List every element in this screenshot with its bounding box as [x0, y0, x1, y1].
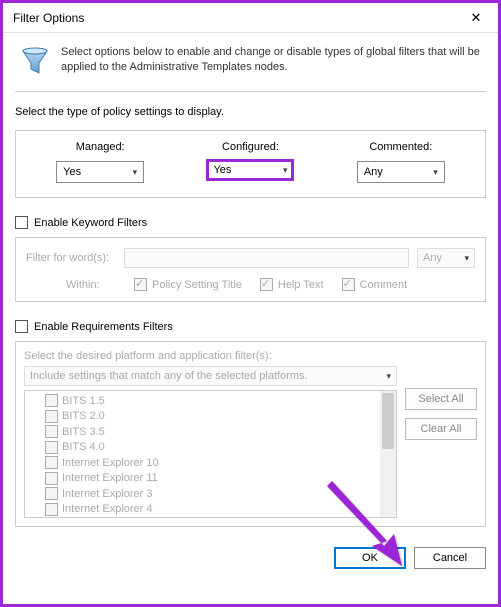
- ok-button[interactable]: OK: [334, 547, 406, 569]
- list-item: Internet Explorer 4: [45, 502, 396, 518]
- list-item-label: BITS 1.5: [62, 395, 105, 407]
- list-item-label: BITS 3.5: [62, 426, 105, 438]
- chevron-down-icon: ▾: [133, 167, 138, 178]
- list-item-label: Internet Explorer 10: [62, 457, 159, 469]
- list-item: BITS 1.5: [45, 393, 396, 409]
- commented-label: Commented:: [369, 141, 432, 153]
- list-item-checkbox: [45, 503, 58, 516]
- list-item-checkbox: [45, 487, 58, 500]
- cancel-button[interactable]: Cancel: [414, 547, 486, 569]
- scrollbar-thumb: [382, 393, 394, 449]
- keyword-match-select: Any ▾: [417, 248, 475, 268]
- chevron-down-icon: ▾: [283, 165, 288, 176]
- commented-select[interactable]: Any ▾: [357, 161, 445, 183]
- keyword-match-value: Any: [423, 252, 442, 264]
- list-item-checkbox: [45, 425, 58, 438]
- list-item: Internet Explorer 10: [45, 455, 396, 471]
- list-item-checkbox: [45, 394, 58, 407]
- enable-requirements-row[interactable]: Enable Requirements Filters: [15, 320, 486, 333]
- list-item-label: Internet Explorer 3: [62, 488, 153, 500]
- keyword-box: Filter for word(s): Any ▾ Within: Policy…: [15, 237, 486, 302]
- managed-value: Yes: [63, 166, 81, 178]
- funnel-icon: [19, 45, 51, 77]
- list-item-checkbox: [45, 472, 58, 485]
- window-title: Filter Options: [13, 11, 84, 25]
- enable-requirements-checkbox[interactable]: [15, 320, 28, 333]
- list-item-checkbox: [45, 410, 58, 423]
- chevron-down-icon: ▾: [464, 253, 469, 264]
- list-item: Internet Explorer 11: [45, 471, 396, 487]
- list-item: BITS 3.5: [45, 424, 396, 440]
- within-title-option: Policy Setting Title: [134, 278, 242, 291]
- configured-value: Yes: [213, 164, 231, 176]
- list-item-checkbox: [45, 456, 58, 469]
- within-comment-option: Comment: [342, 278, 408, 291]
- requirements-box: Select the desired platform and applicat…: [15, 341, 486, 527]
- list-item-label: Internet Explorer 4: [62, 503, 153, 515]
- within-help-label: Help Text: [278, 279, 324, 291]
- configured-label: Configured:: [222, 141, 279, 153]
- divider: [15, 91, 486, 92]
- within-title-checkbox: [134, 278, 147, 291]
- enable-requirements-label: Enable Requirements Filters: [34, 321, 173, 333]
- close-icon: ✕: [471, 10, 482, 26]
- titlebar: Filter Options ✕: [3, 3, 498, 33]
- commented-value: Any: [364, 166, 383, 178]
- list-item-label: Internet Explorer 11: [62, 472, 158, 484]
- configured-select[interactable]: Yes ▾: [206, 159, 294, 181]
- list-item-label: BITS 2.0: [62, 410, 105, 422]
- filter-for-label: Filter for word(s):: [26, 252, 116, 264]
- requirements-desc: Select the desired platform and applicat…: [24, 350, 397, 362]
- within-comment-checkbox: [342, 278, 355, 291]
- list-item-label: BITS 4.0: [62, 441, 105, 453]
- requirements-mode-value: Include settings that match any of the s…: [30, 370, 308, 382]
- requirements-mode-select: Include settings that match any of the s…: [24, 366, 397, 386]
- enable-keyword-row[interactable]: Enable Keyword Filters: [15, 216, 486, 229]
- requirements-list: BITS 1.5 BITS 2.0 BITS 3.5 BITS 4.0 Internet…: [24, 390, 397, 518]
- managed-select[interactable]: Yes ▾: [56, 161, 144, 183]
- within-comment-label: Comment: [360, 279, 408, 291]
- keyword-input: [124, 248, 409, 268]
- policy-prompt: Select the type of policy settings to di…: [15, 106, 486, 118]
- select-all-button: Select All: [405, 388, 477, 410]
- header-description: Select options below to enable and chang…: [61, 45, 482, 75]
- list-item: Internet Explorer 3: [45, 486, 396, 502]
- footer: OK Cancel: [3, 535, 498, 581]
- header-row: Select options below to enable and chang…: [15, 41, 486, 85]
- enable-keyword-checkbox[interactable]: [15, 216, 28, 229]
- within-label: Within:: [66, 279, 116, 291]
- managed-label: Managed:: [76, 141, 125, 153]
- chevron-down-icon: ▾: [386, 371, 391, 382]
- chevron-down-icon: ▾: [433, 167, 438, 178]
- list-item: BITS 2.0: [45, 409, 396, 425]
- scrollbar: [380, 391, 396, 517]
- within-title-label: Policy Setting Title: [152, 279, 242, 291]
- list-item-checkbox: [45, 441, 58, 454]
- within-help-option: Help Text: [260, 278, 324, 291]
- list-item: BITS 4.0: [45, 440, 396, 456]
- within-help-checkbox: [260, 278, 273, 291]
- enable-keyword-label: Enable Keyword Filters: [34, 217, 147, 229]
- clear-all-button: Clear All: [405, 418, 477, 440]
- policy-filter-box: Managed: Yes ▾ Configured: Yes ▾ Comment…: [15, 130, 486, 198]
- close-button[interactable]: ✕: [456, 4, 496, 32]
